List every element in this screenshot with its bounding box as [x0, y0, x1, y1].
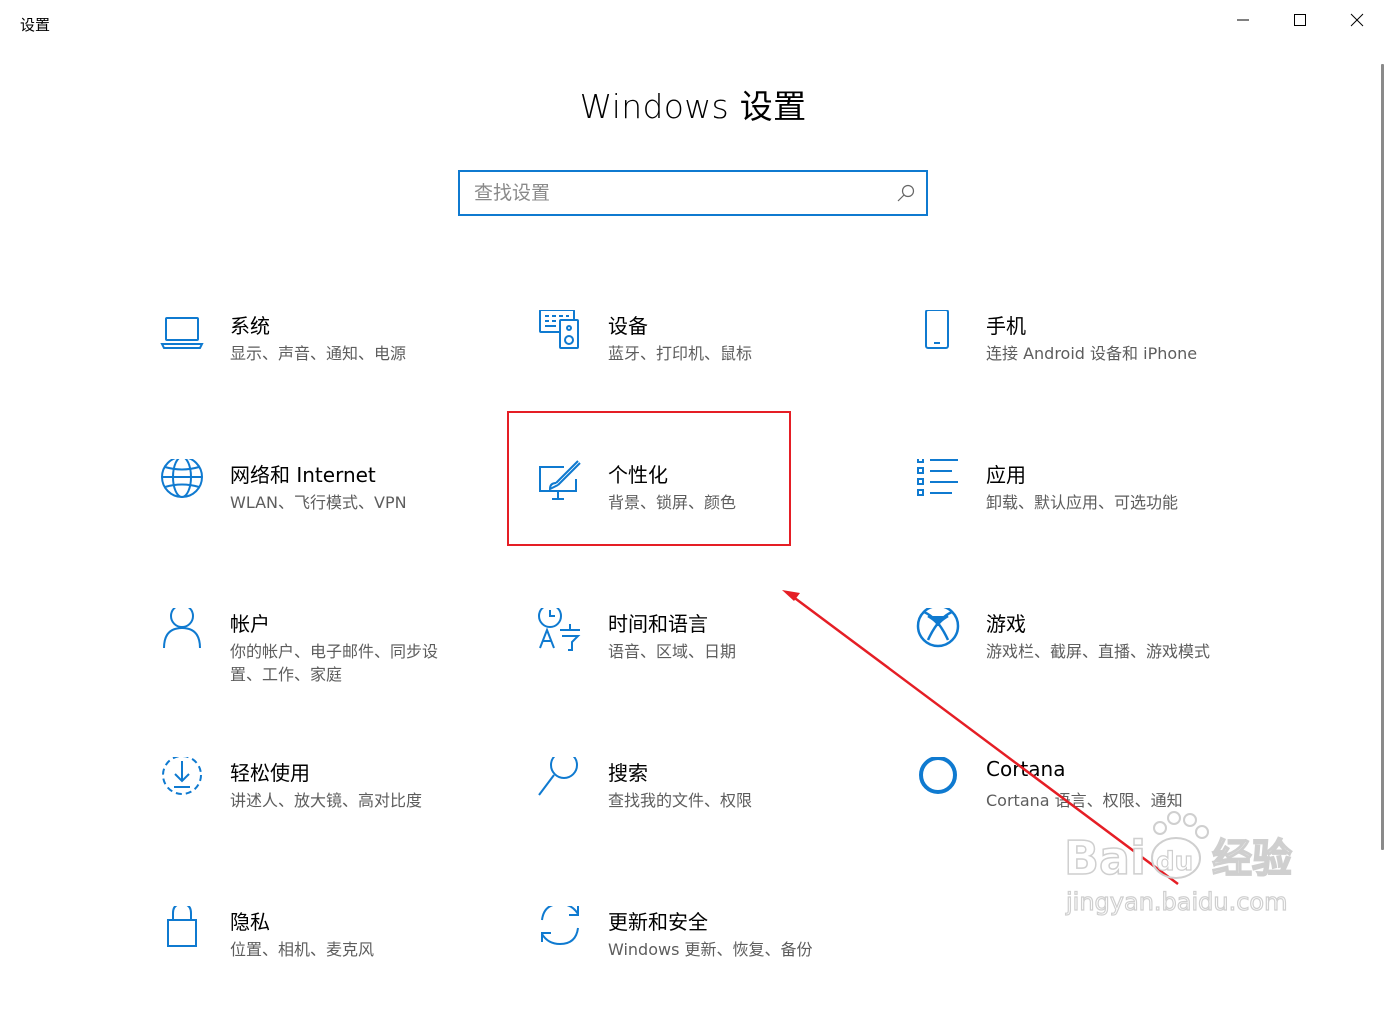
tile-search[interactable]: 搜索 查找我的文件、权限 [536, 757, 856, 867]
tile-desc: 你的帐户、电子邮件、同步设置、工作、家庭 [230, 642, 439, 684]
tile-name: Cortana [986, 757, 1066, 781]
tile-name: 网络和 Internet [230, 463, 376, 487]
tile-desc: WLAN、飞行模式、VPN [230, 493, 407, 512]
laptop-icon [158, 310, 206, 358]
ease-of-access-icon [158, 757, 206, 805]
svg-text:jingyan.baidu.com: jingyan.baidu.com [1065, 888, 1287, 916]
tile-desc: 显示、声音、通知、电源 [230, 344, 407, 363]
apps-icon [914, 459, 962, 507]
globe-icon [158, 459, 206, 507]
tile-devices[interactable]: 设备 蓝牙、打印机、鼠标 [536, 310, 856, 420]
tile-desc: 讲述人、放大镜、高对比度 [230, 791, 423, 810]
tile-ease-of-access[interactable]: 轻松使用 讲述人、放大镜、高对比度 [158, 757, 478, 867]
tile-name: 更新和安全 [608, 910, 708, 934]
tile-desc: 位置、相机、麦克风 [230, 940, 375, 959]
page-title: Windows 设置 [579, 87, 807, 126]
maximize-button[interactable] [1272, 0, 1328, 40]
tile-name: 应用 [986, 463, 1026, 487]
tile-name: 搜索 [608, 761, 648, 785]
annotation-highlight-box [507, 411, 791, 546]
tile-network[interactable]: 网络和 Internet WLAN、飞行模式、VPN [158, 459, 478, 569]
phone-icon [914, 310, 962, 358]
tile-name: 设备 [608, 314, 648, 338]
search-box[interactable] [458, 170, 928, 216]
tile-name: 游戏 [986, 612, 1026, 636]
tile-name: 隐私 [230, 910, 270, 934]
tile-desc: Cortana 语言、权限、通知 [986, 791, 1183, 810]
cortana-icon [914, 757, 962, 805]
tile-desc: 语音、区域、日期 [608, 642, 737, 661]
tile-name: 系统 [230, 314, 270, 338]
tile-apps[interactable]: 应用 卸载、默认应用、可选功能 [914, 459, 1234, 569]
tile-name: 帐户 [230, 612, 270, 636]
tile-name: 时间和语言 [608, 612, 708, 636]
tile-desc: 连接 Android 设备和 iPhone [986, 344, 1198, 363]
tile-desc: 蓝牙、打印机、鼠标 [608, 344, 753, 363]
tile-time-language[interactable]: 时间和语言 语音、区域、日期 [536, 608, 856, 718]
tile-phone[interactable]: 手机 连接 Android 设备和 iPhone [914, 310, 1234, 420]
tile-desc: 查找我的文件、权限 [608, 791, 753, 810]
tile-name: 手机 [986, 314, 1026, 338]
xbox-icon [914, 608, 962, 656]
title-bar: 设置 [0, 0, 1386, 46]
search-input[interactable] [474, 178, 874, 208]
tile-cortana[interactable]: Cortana Cortana 语言、权限、通知 [914, 757, 1234, 867]
devices-icon [536, 310, 584, 358]
tile-desc: Windows 更新、恢复、备份 [608, 940, 813, 959]
maximize-icon [1294, 14, 1306, 26]
person-icon [158, 608, 206, 656]
tile-update-security[interactable]: 更新和安全 Windows 更新、恢复、备份 [536, 906, 856, 1016]
minimize-icon [1237, 19, 1249, 21]
tile-desc: 游戏栏、截屏、直播、游戏模式 [986, 642, 1211, 661]
app-title: 设置 [20, 16, 51, 34]
tile-privacy[interactable]: 隐私 位置、相机、麦克风 [158, 906, 478, 1016]
search-icon[interactable] [896, 183, 916, 203]
tile-system[interactable]: 系统 显示、声音、通知、电源 [158, 310, 478, 420]
close-button[interactable] [1329, 0, 1385, 40]
scrollbar[interactable] [1381, 64, 1384, 850]
time-language-icon [536, 608, 584, 656]
close-icon [1350, 13, 1364, 27]
minimize-button[interactable] [1215, 0, 1271, 40]
tile-gaming[interactable]: 游戏 游戏栏、截屏、直播、游戏模式 [914, 608, 1234, 718]
search-icon [536, 757, 584, 805]
tile-accounts[interactable]: 帐户 你的帐户、电子邮件、同步设置、工作、家庭 [158, 608, 478, 718]
tile-desc: 卸载、默认应用、可选功能 [986, 493, 1179, 512]
tile-name: 轻松使用 [230, 761, 310, 785]
